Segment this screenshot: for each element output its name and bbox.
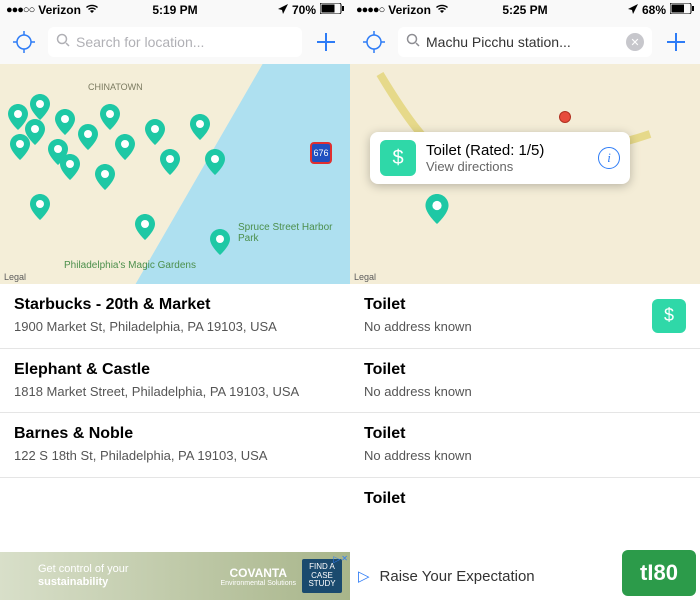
list-item[interactable]: Toilet bbox=[350, 478, 700, 524]
ad-banner[interactable]: Get control of your sustainability COVAN… bbox=[0, 552, 350, 600]
clock-label: 5:25 PM bbox=[350, 3, 700, 17]
callout-directions-link[interactable]: View directions bbox=[426, 159, 588, 174]
map-pin-icon[interactable] bbox=[55, 109, 75, 135]
list-item[interactable]: Starbucks - 20th & Market 1900 Market St… bbox=[0, 284, 350, 349]
search-field[interactable]: Machu Picchu station... ✕ bbox=[398, 27, 652, 57]
info-button[interactable]: i bbox=[598, 147, 620, 169]
map-district-label: CHINATOWN bbox=[88, 82, 143, 92]
result-title: Toilet bbox=[364, 361, 686, 379]
ad-brand: COVANTA bbox=[221, 566, 297, 580]
result-title: Elephant & Castle bbox=[14, 361, 336, 379]
result-address: 1818 Market Street, Philadelphia, PA 191… bbox=[14, 383, 336, 401]
locate-button[interactable] bbox=[8, 26, 40, 58]
result-address: No address known bbox=[364, 447, 686, 465]
map-callout[interactable]: $ Toilet (Rated: 1/5) View directions i bbox=[370, 132, 630, 184]
watermark-badge: tI80 bbox=[622, 550, 696, 596]
list-item[interactable]: Barnes & Noble 122 S 18th St, Philadelph… bbox=[0, 413, 350, 478]
status-bar: ●●●●○ Verizon 5:25 PM 68% bbox=[350, 0, 700, 20]
result-address: No address known bbox=[364, 318, 652, 336]
highway-shield-icon: 676 bbox=[310, 142, 332, 164]
adchoices-icon[interactable]: ▷✕ bbox=[333, 554, 348, 565]
map-pin-icon[interactable] bbox=[95, 164, 115, 190]
map-pin-icon[interactable] bbox=[60, 154, 80, 180]
list-item[interactable]: Toilet No address known $ bbox=[350, 284, 700, 349]
ad-headline: Get control of your bbox=[38, 563, 215, 576]
map-pin-icon[interactable] bbox=[205, 149, 225, 175]
search-icon bbox=[406, 33, 420, 52]
locate-button[interactable] bbox=[358, 26, 390, 58]
map-park-label: Philadelphia's Magic Gardens bbox=[64, 260, 196, 271]
clock-label: 5:19 PM bbox=[0, 3, 350, 17]
phone-left: ●●●○○ Verizon 5:19 PM 70% Search for loc… bbox=[0, 0, 350, 600]
result-title: Toilet bbox=[364, 296, 652, 314]
paid-icon: $ bbox=[380, 140, 416, 176]
map-park-label: Spruce Street Harbor Park bbox=[238, 222, 350, 244]
search-value: Machu Picchu station... bbox=[426, 34, 620, 50]
add-button[interactable] bbox=[660, 26, 692, 58]
map-pin-icon[interactable] bbox=[425, 194, 449, 224]
map-pin-icon[interactable] bbox=[160, 149, 180, 175]
adchoices-icon[interactable]: ▷ bbox=[358, 567, 370, 585]
map-red-pin-icon[interactable] bbox=[560, 112, 570, 122]
add-button[interactable] bbox=[310, 26, 342, 58]
status-bar: ●●●○○ Verizon 5:19 PM 70% bbox=[0, 0, 350, 20]
map-pin-icon[interactable] bbox=[100, 104, 120, 130]
map-legal-link[interactable]: Legal bbox=[4, 272, 26, 282]
nav-bar: Search for location... bbox=[0, 20, 350, 64]
result-address: No address known bbox=[364, 383, 686, 401]
list-item[interactable]: Toilet No address known bbox=[350, 413, 700, 478]
map-pin-icon[interactable] bbox=[30, 94, 50, 120]
ad-subhead: sustainability bbox=[38, 576, 215, 589]
result-address: 1900 Market St, Philadelphia, PA 19103, … bbox=[14, 318, 336, 336]
result-title: Barnes & Noble bbox=[14, 425, 336, 443]
phone-right: ●●●●○ Verizon 5:25 PM 68% Machu Picchu s… bbox=[350, 0, 700, 600]
clear-search-button[interactable]: ✕ bbox=[626, 33, 644, 51]
result-address: 122 S 18th St, Philadelphia, PA 19103, U… bbox=[14, 447, 336, 465]
ad-text: Raise Your Expectation bbox=[380, 568, 535, 585]
map-pin-icon[interactable] bbox=[30, 194, 50, 220]
paid-icon: $ bbox=[652, 299, 686, 333]
map-pin-icon[interactable] bbox=[78, 124, 98, 150]
search-field[interactable]: Search for location... bbox=[48, 27, 302, 57]
list-item[interactable]: Toilet No address known bbox=[350, 349, 700, 414]
map-view[interactable]: $ Toilet (Rated: 1/5) View directions i … bbox=[350, 64, 700, 284]
ad-brand-sub: Environmental Solutions bbox=[221, 580, 297, 587]
callout-title: Toilet (Rated: 1/5) bbox=[426, 142, 588, 159]
result-title: Toilet bbox=[364, 490, 686, 508]
map-pin-icon[interactable] bbox=[10, 134, 30, 160]
result-title: Toilet bbox=[364, 425, 686, 443]
search-icon bbox=[56, 33, 70, 52]
search-placeholder: Search for location... bbox=[76, 34, 204, 50]
map-pin-icon[interactable] bbox=[135, 214, 155, 240]
map-pin-icon[interactable] bbox=[115, 134, 135, 160]
map-pin-icon[interactable] bbox=[145, 119, 165, 145]
map-pin-icon[interactable] bbox=[210, 229, 230, 255]
result-title: Starbucks - 20th & Market bbox=[14, 296, 336, 314]
map-view[interactable]: CHINATOWN 676 Spruce Street Harbor Park … bbox=[0, 64, 350, 284]
list-item[interactable]: Elephant & Castle 1818 Market Street, Ph… bbox=[0, 349, 350, 414]
map-legal-link[interactable]: Legal bbox=[354, 272, 376, 282]
map-pin-icon[interactable] bbox=[190, 114, 210, 140]
nav-bar: Machu Picchu station... ✕ bbox=[350, 20, 700, 64]
